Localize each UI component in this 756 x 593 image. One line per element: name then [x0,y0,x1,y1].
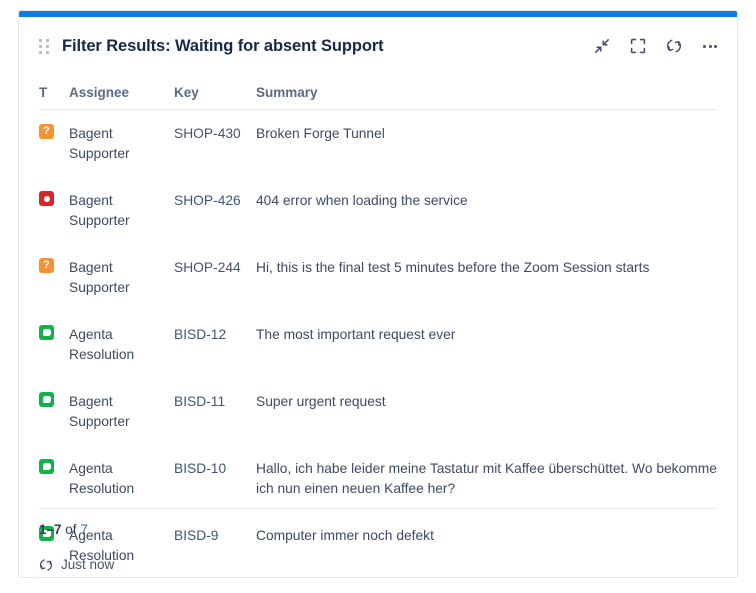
cell-summary[interactable]: Super urgent request [256,378,717,445]
more-options-icon[interactable] [697,33,723,59]
issue-key-link[interactable]: SHOP-244 [174,260,241,275]
refresh-status[interactable]: Just now [39,557,114,572]
service-type-icon [39,392,54,407]
cell-assignee: Agenta Resolution [69,327,135,362]
cell-assignee: Bagent Supporter [69,394,130,429]
pagination-total[interactable]: 7 [80,522,88,537]
cell-summary[interactable]: Broken Forge Tunnel [256,110,717,178]
collapse-icon[interactable] [589,33,615,59]
column-header-type[interactable]: T [39,81,69,110]
table-row[interactable]: Bagent Supporter BISD-11 Super urgent requ… [39,378,717,445]
table-row[interactable]: ? Bagent Supporter SHOP-244 Hi, this is the… [39,244,717,311]
column-header-assignee[interactable]: Assignee [69,81,174,110]
gadget-header: Filter Results: Waiting for absent Suppo… [19,17,737,75]
cell-key: BISD-11 [174,378,256,445]
column-header-summary[interactable]: Summary [256,81,717,110]
cell-summary[interactable]: 404 error when loading the service [256,177,717,244]
table-row[interactable]: ? Bagent Supporter SHOP-430 Broken Forge Tu… [39,110,717,178]
pagination-range: 1–7 [39,522,62,537]
refresh-status-label: Just now [61,557,115,572]
table-row[interactable]: Agenta Resolution BISD-12 The most importa… [39,311,717,378]
cell-assignee: Bagent Supporter [69,260,130,295]
refresh-status-icon [39,558,53,572]
pagination: 1–7 of 7 [39,508,717,537]
cell-key: BISD-12 [174,311,256,378]
issue-key-link[interactable]: BISD-11 [174,394,225,409]
column-header-key[interactable]: Key [174,81,256,110]
service-type-icon [39,459,54,474]
issue-key-link[interactable]: BISD-10 [174,461,226,476]
cell-summary[interactable]: Hi, this is the final test 5 minutes bef… [256,244,717,311]
service-type-icon [39,325,54,340]
pagination-of-label: of [65,522,77,537]
cell-summary[interactable]: The most important request ever [256,311,717,378]
cell-type [39,445,69,512]
table-row[interactable]: Bagent Supporter SHOP-426 404 error when l… [39,177,717,244]
cell-type [39,378,69,445]
cell-type [39,177,69,244]
cell-type: ? [39,110,69,178]
issue-key-link[interactable]: SHOP-426 [174,193,241,208]
refresh-icon[interactable] [661,33,687,59]
issue-table: T Assignee Key Summary ? Bagent Supporter… [39,81,717,577]
issue-key-link[interactable]: SHOP-430 [174,126,241,141]
cell-key: SHOP-426 [174,177,256,244]
drag-handle-icon[interactable] [39,37,51,55]
cell-assignee: Bagent Supporter [69,126,130,161]
cell-assignee: Bagent Supporter [69,193,130,228]
page-title: Filter Results: Waiting for absent Suppo… [62,36,384,55]
cell-type [39,311,69,378]
question-type-icon: ? [39,124,54,139]
cell-assignee: Agenta Resolution [69,461,135,496]
cell-key: SHOP-430 [174,110,256,178]
table-header-row: T Assignee Key Summary [39,81,717,110]
filter-results-gadget: Filter Results: Waiting for absent Suppo… [18,10,738,578]
cell-summary[interactable]: Hallo, ich habe leider meine Tastatur mi… [256,445,717,512]
cell-key: BISD-10 [174,445,256,512]
cell-key: SHOP-244 [174,244,256,311]
question-type-icon: ? [39,258,54,273]
table-row[interactable]: Agenta Resolution BISD-10 Hallo, ich habe … [39,445,717,512]
issue-table-wrapper: T Assignee Key Summary ? Bagent Supporter… [39,81,717,577]
fullscreen-icon[interactable] [625,33,651,59]
cell-type: ? [39,244,69,311]
bug-type-icon [39,191,54,206]
issue-key-link[interactable]: BISD-12 [174,327,226,342]
gadget-header-actions [589,33,723,59]
